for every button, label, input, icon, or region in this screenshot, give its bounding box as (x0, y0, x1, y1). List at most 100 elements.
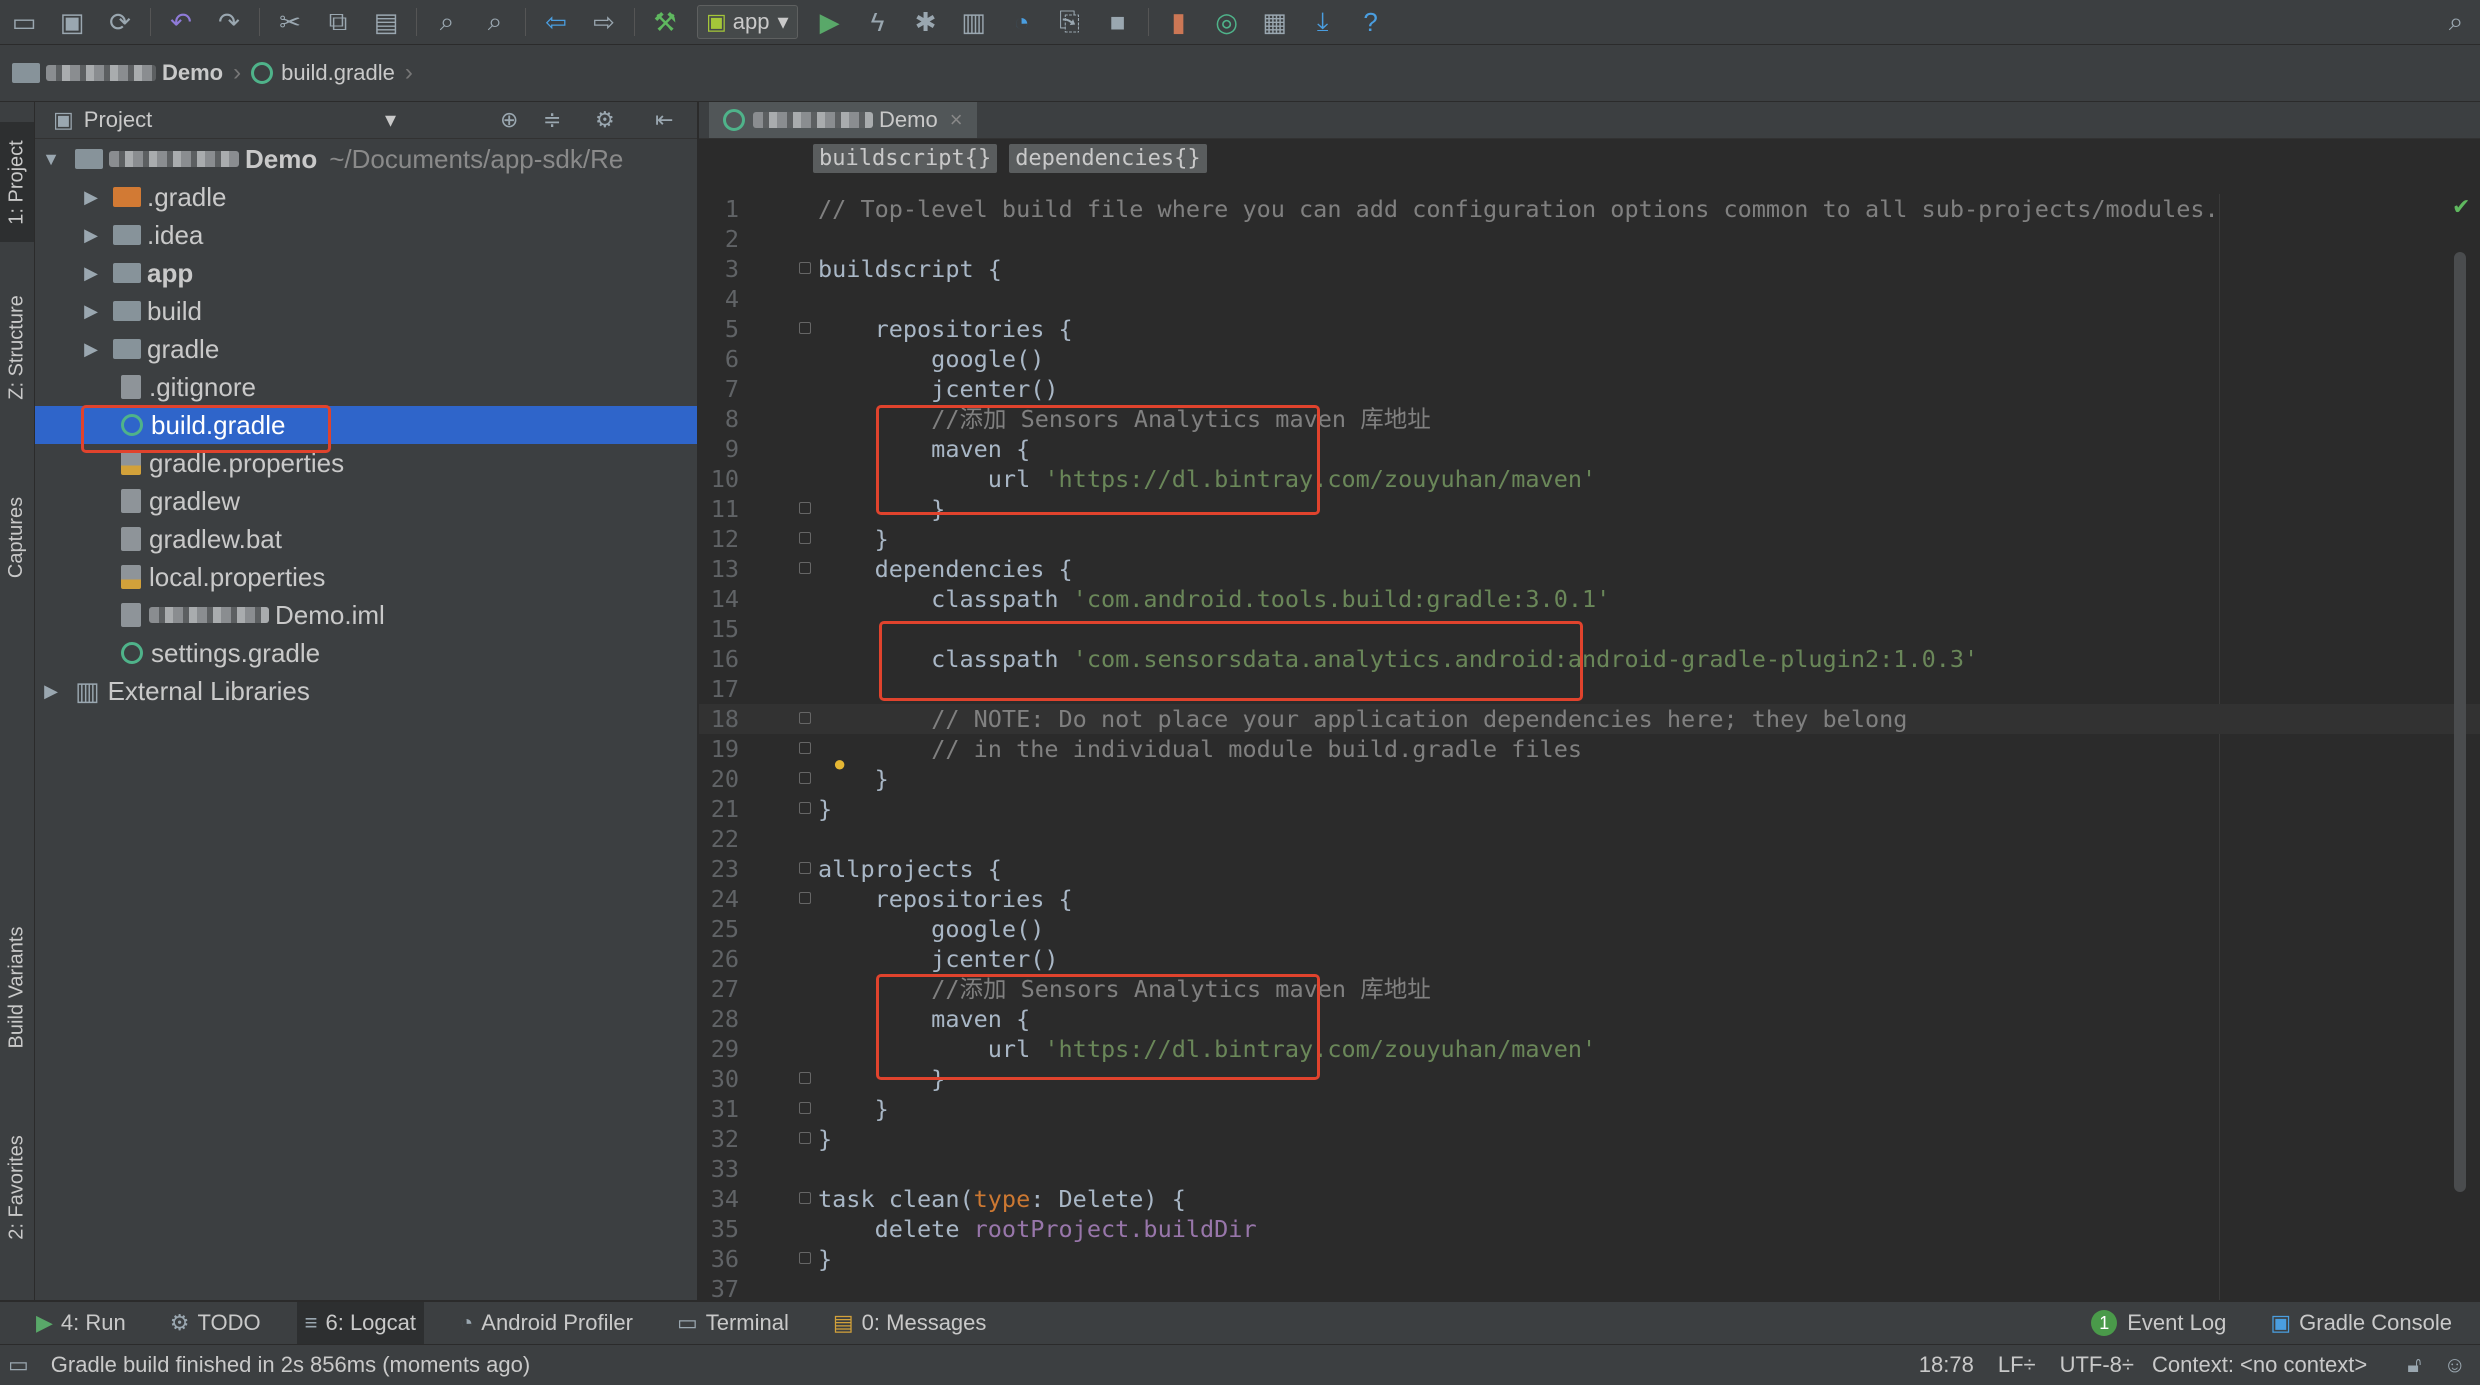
copy-icon[interactable]: ⧉ (323, 6, 353, 37)
line-separator[interactable]: LF÷ (1998, 1352, 2036, 1378)
collapsed-arrow-icon[interactable]: ▶ (81, 339, 101, 360)
code-line[interactable]: 35 delete rootProject.buildDir (699, 1214, 2480, 1244)
code-line[interactable]: 2 (699, 224, 2480, 254)
breadcrumb-project[interactable]: Demo (12, 60, 223, 86)
tree-item[interactable]: .gitignore (35, 368, 697, 406)
code-line[interactable]: 33 (699, 1154, 2480, 1184)
breadcrumb-file[interactable]: build.gradle (251, 60, 395, 86)
build-icon[interactable]: ⚒ (650, 7, 680, 37)
sync-gradle-icon[interactable]: ◎ (1212, 7, 1242, 37)
code-line[interactable]: 18 // NOTE: Do not place your applicatio… (699, 704, 2480, 734)
fold-marker-icon[interactable] (799, 712, 811, 724)
fold-marker-icon[interactable] (799, 562, 811, 574)
fold-marker-icon[interactable] (799, 1132, 811, 1144)
status-message[interactable]: Gradle build finished in 2s 856ms (momen… (51, 1352, 530, 1378)
gear-icon[interactable]: ⚙ (595, 107, 615, 133)
collapsed-arrow-icon[interactable]: ▶ (81, 263, 101, 284)
hide-icon[interactable]: ⇤ (655, 107, 673, 133)
save-icon[interactable]: ▣ (57, 7, 87, 37)
editor-tab[interactable]: Demo × (709, 102, 977, 138)
cut-icon[interactable]: ✂ (275, 7, 305, 37)
code-line[interactable]: 6 google() (699, 344, 2480, 374)
paste-icon[interactable]: ▤ (371, 7, 401, 37)
project-structure-icon[interactable]: ▦ (1260, 7, 1290, 37)
download-icon[interactable]: ⤓ (1308, 6, 1338, 37)
collapsed-arrow-icon[interactable]: ▶ (81, 301, 101, 322)
locate-icon[interactable]: ⊕ (500, 107, 518, 133)
profiler-icon[interactable]: ◔ (1007, 7, 1037, 37)
sync-icon[interactable]: ⟳ (105, 7, 135, 37)
tab-android-profiler[interactable]: ◔ Android Profiler (452, 1302, 641, 1344)
tab-run[interactable]: ▶ 4: Run (28, 1302, 134, 1344)
attach-icon[interactable]: ⎘ (1055, 6, 1085, 37)
tree-item[interactable]: gradlew.bat (35, 520, 697, 558)
tree-item[interactable]: Demo.iml (35, 596, 697, 634)
undo-icon[interactable]: ↶ (166, 7, 196, 37)
collapsed-arrow-icon[interactable]: ▶ (81, 187, 101, 208)
tree-item[interactable]: local.properties (35, 558, 697, 596)
lightbulb-icon[interactable]: ● (833, 751, 846, 777)
help-icon[interactable]: ? (1356, 7, 1386, 37)
tree-item[interactable]: ▶ .idea (35, 216, 697, 254)
tree-item[interactable]: ▶ ▥ External Libraries (35, 672, 697, 710)
forward-icon[interactable]: ⇨ (589, 7, 619, 37)
fold-marker-icon[interactable] (799, 502, 811, 514)
code-line[interactable]: 22 (699, 824, 2480, 854)
fold-marker-icon[interactable] (799, 742, 811, 754)
fold-marker-icon[interactable] (799, 1102, 811, 1114)
replace-icon[interactable]: ⌕ (480, 6, 510, 37)
tree-item[interactable]: ▶ gradle (35, 330, 697, 368)
code-line[interactable]: 31 } (699, 1094, 2480, 1124)
chevron-down-icon[interactable]: ▾ (385, 107, 396, 133)
sdk-manager-icon[interactable]: ▮ (1164, 7, 1194, 37)
close-icon[interactable]: × (950, 107, 963, 133)
expanded-arrow-icon[interactable]: ▼ (41, 149, 61, 170)
code-breadcrumb-item[interactable]: buildscript{} (813, 143, 998, 173)
code-line[interactable]: 4 (699, 284, 2480, 314)
collapsed-arrow-icon[interactable]: ▶ (81, 225, 101, 246)
tab-project[interactable]: 1: Project (0, 122, 34, 242)
scroll-thumb[interactable] (2454, 252, 2466, 1192)
fold-marker-icon[interactable] (799, 1072, 811, 1084)
profile-icon[interactable]: ▥ (959, 7, 989, 37)
run-icon[interactable]: ▶ (815, 7, 845, 37)
fold-marker-icon[interactable] (799, 892, 811, 904)
fold-marker-icon[interactable] (799, 802, 811, 814)
tab-logcat[interactable]: ≡ 6: Logcat (296, 1302, 424, 1344)
find-icon[interactable]: ⌕ (432, 6, 462, 37)
code-line[interactable]: 13 dependencies { (699, 554, 2480, 584)
code-line[interactable]: 14 classpath 'com.android.tools.build:gr… (699, 584, 2480, 614)
tree-root[interactable]: ▼ Demo ~/Documents/app-sdk/Re (35, 140, 697, 178)
collapse-icon[interactable]: ≑ (543, 107, 561, 133)
tab-build-variants[interactable]: Build Variants (0, 892, 34, 1082)
code-breadcrumb-item[interactable]: dependencies{} (1009, 143, 1207, 173)
tree-item[interactable]: ▶ build (35, 292, 697, 330)
tab-event-log[interactable]: 1 Event Log (2083, 1302, 2234, 1344)
code-line[interactable]: 26 jcenter() (699, 944, 2480, 974)
tab-terminal[interactable]: ▭ Terminal (669, 1302, 797, 1344)
search-icon[interactable]: ⌕ (2441, 6, 2471, 37)
code-line[interactable]: 32} (699, 1124, 2480, 1154)
debug-icon[interactable]: ✱ (911, 7, 941, 37)
code-line[interactable]: 19 // in the individual module build.gra… (699, 734, 2480, 764)
fold-marker-icon[interactable] (799, 1192, 811, 1204)
fold-marker-icon[interactable] (799, 322, 811, 334)
caret-position[interactable]: 18:78 (1919, 1352, 1974, 1378)
tree-item[interactable]: ▶ app (35, 254, 697, 292)
run-config-select[interactable]: ▣ app ▾ (697, 5, 798, 39)
apply-changes-icon[interactable]: ϟ (863, 7, 893, 37)
back-icon[interactable]: ⇦ (541, 7, 571, 37)
fold-marker-icon[interactable] (799, 1252, 811, 1264)
code-line[interactable]: 25 google() (699, 914, 2480, 944)
fold-marker-icon[interactable] (799, 532, 811, 544)
code-line[interactable]: 24 repositories { (699, 884, 2480, 914)
collapsed-arrow-icon[interactable]: ▶ (41, 681, 61, 702)
code-line[interactable]: 7 jcenter() (699, 374, 2480, 404)
editor-scrollbar[interactable]: ✔ (2440, 194, 2480, 1300)
code-line[interactable]: 23 allprojects { (699, 854, 2480, 884)
fold-marker-icon[interactable] (799, 862, 811, 874)
fold-marker-icon[interactable] (799, 262, 811, 274)
tab-captures[interactable]: Captures (0, 472, 34, 602)
code-line[interactable]: 36} (699, 1244, 2480, 1274)
toggle-tool-windows-icon[interactable]: ▭ (8, 1352, 29, 1378)
